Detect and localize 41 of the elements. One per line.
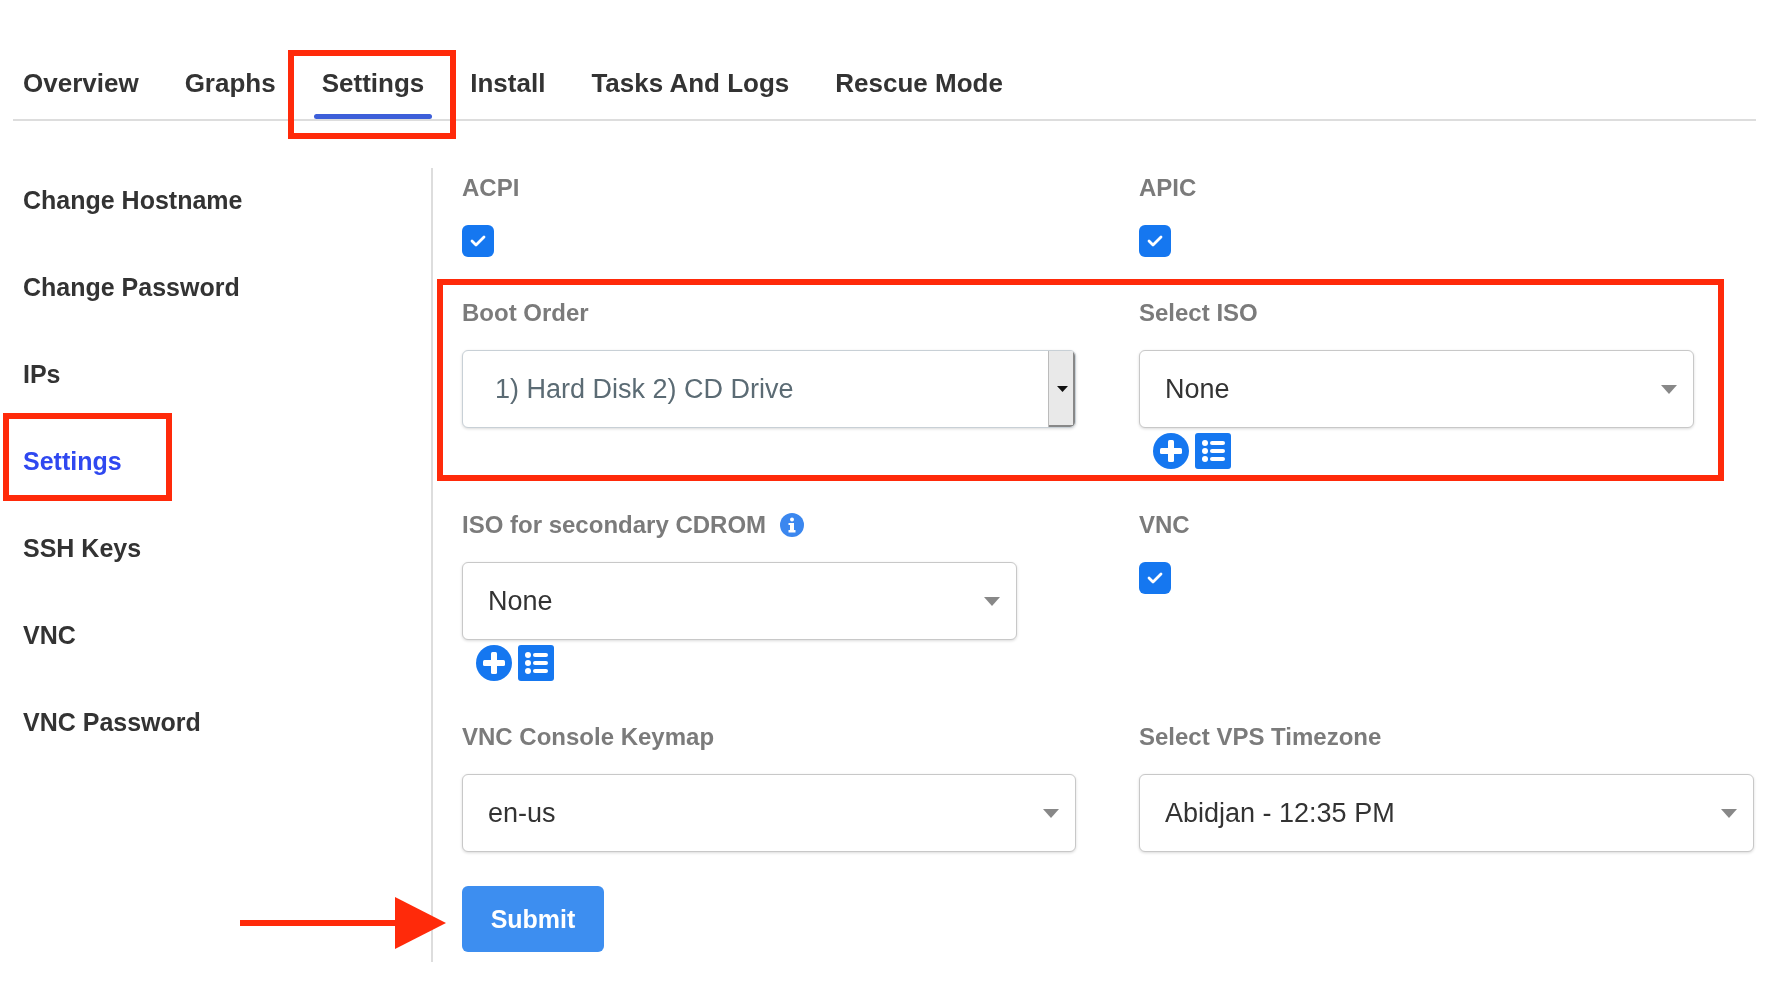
list-icon[interactable] (518, 645, 554, 681)
sidebar-item[interactable]: Change Password (23, 269, 431, 305)
check-icon (1146, 570, 1164, 586)
tab[interactable]: Rescue Mode (827, 58, 1011, 119)
sidebar-item[interactable]: Change Hostname (23, 182, 431, 218)
checkbox[interactable] (1139, 225, 1171, 257)
tab[interactable]: Settings (313, 58, 433, 119)
checkbox[interactable] (1139, 562, 1171, 594)
sidebar-item[interactable]: VNC (23, 617, 431, 653)
check-icon (469, 233, 487, 249)
sidebar-item[interactable]: SSH Keys (23, 530, 431, 566)
field-label: VNC Console Keymap (462, 723, 715, 751)
tab[interactable]: Tasks And Logs (583, 58, 798, 119)
caret-icon (1721, 808, 1737, 818)
dropdown[interactable]: 1) Hard Disk 2) CD Drive (462, 350, 1076, 428)
caret-icon (1043, 808, 1059, 818)
field-label: APIC (1139, 174, 1197, 202)
field-label: ISO for secondary CDROM (462, 511, 767, 539)
field-label: Select ISO (1139, 299, 1258, 327)
dropdown[interactable]: Abidjan - 12:35 PM (1139, 774, 1754, 852)
check-icon (1146, 233, 1164, 249)
caret-icon (1056, 386, 1068, 392)
field-label: VNC (1139, 511, 1190, 539)
caret-icon (1661, 384, 1677, 394)
list-icon[interactable] (1195, 433, 1231, 469)
dropdown[interactable]: None (462, 562, 1017, 640)
caret-icon (984, 596, 1000, 606)
dropdown[interactable]: None (1139, 350, 1694, 428)
tab[interactable]: Install (462, 58, 554, 119)
tab[interactable]: Graphs (176, 58, 284, 119)
field-label: Boot Order (462, 299, 589, 327)
add-icon[interactable] (1153, 433, 1189, 469)
sidebar-item[interactable]: VNC Password (23, 704, 431, 740)
field-label: ACPI (462, 174, 520, 202)
checkbox[interactable] (462, 225, 494, 257)
field-label: Select VPS Timezone (1139, 723, 1382, 751)
dropdown[interactable]: en-us (462, 774, 1076, 852)
tab[interactable]: Overview (15, 58, 147, 119)
sidebar-item[interactable]: Settings (23, 443, 431, 479)
add-icon[interactable] (476, 645, 512, 681)
sidebar-item[interactable]: IPs (23, 356, 431, 392)
